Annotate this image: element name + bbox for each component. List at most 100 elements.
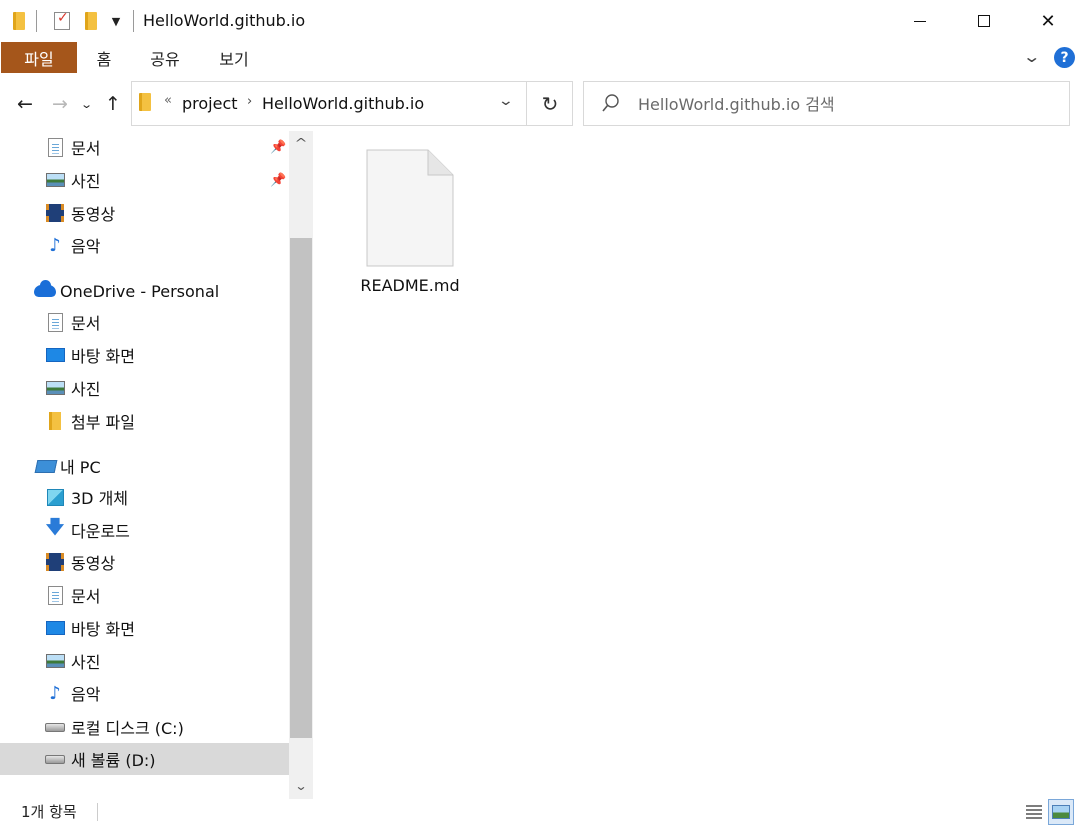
onedrive-cloud-icon <box>33 280 57 301</box>
divider <box>36 10 37 32</box>
tab-file[interactable]: 파일 <box>1 42 77 73</box>
nav-item-pc-pictures[interactable]: 사진 <box>0 645 289 677</box>
nav-item-label: OneDrive - Personal <box>60 281 220 301</box>
download-arrow-icon: 🡇 <box>45 517 65 538</box>
customize-toolbar-icon[interactable]: ▼ <box>108 10 124 32</box>
nav-item-label: 첨부 파일 <box>71 413 135 432</box>
computer-icon <box>34 456 58 476</box>
pictures-icon <box>45 170 65 190</box>
pin-icon[interactable]: 📌 <box>270 140 286 155</box>
nav-item-onedrive-attachments[interactable]: 첨부 파일 <box>0 405 289 437</box>
large-icons-view-button[interactable] <box>1048 799 1074 825</box>
nav-item-onedrive-pictures[interactable]: 사진 <box>0 372 289 404</box>
properties-icon[interactable] <box>51 10 73 32</box>
nav-item-pc-videos[interactable]: 동영상 <box>0 546 289 578</box>
drive-icon <box>45 749 65 769</box>
nav-item-pc-music[interactable]: ♪ 음악 <box>0 677 289 709</box>
address-history-dropdown-icon[interactable]: ⌄ <box>498 93 514 109</box>
nav-item-label: 문서 <box>71 139 101 158</box>
documents-icon <box>45 137 65 157</box>
refresh-button[interactable]: ↻ <box>526 82 573 125</box>
nav-item-label: 문서 <box>71 314 101 333</box>
new-folder-icon[interactable] <box>82 10 100 32</box>
search-input[interactable] <box>638 93 1058 115</box>
pictures-icon <box>45 378 65 398</box>
system-drive-icon <box>45 717 65 737</box>
nav-item-onedrive-desktop[interactable]: 바탕 화면 <box>0 339 289 371</box>
navigation-pane: 문서 📌 사진 📌 동영상 ♪ 음악 OneDrive - Personal 문… <box>0 131 289 775</box>
up-arrow-icon: ↑ <box>105 93 121 115</box>
breadcrumb-current[interactable]: HelloWorld.github.io <box>262 94 424 113</box>
expand-ribbon-chevron-icon[interactable]: ⌄ <box>1022 47 1041 66</box>
nav-item-volume-d[interactable]: 새 볼륨 (D:) <box>0 743 289 775</box>
close-button[interactable]: ✕ <box>1016 0 1080 42</box>
nav-item-local-disk-c[interactable]: 로컬 디스크 (C:) <box>0 711 289 743</box>
nav-item-music[interactable]: ♪ 음악 <box>0 229 289 261</box>
search-box[interactable] <box>583 81 1070 126</box>
file-item[interactable]: README.md <box>351 141 469 309</box>
nav-item-downloads[interactable]: 🡇 다운로드 <box>0 514 289 546</box>
refresh-icon: ↻ <box>541 91 559 116</box>
nav-item-label: 음악 <box>71 685 101 704</box>
nav-item-label: 음악 <box>71 237 101 256</box>
scroll-down-chevron-icon[interactable]: ⌄ <box>285 774 316 798</box>
nav-item-label: 동영상 <box>71 554 116 573</box>
nav-item-label: 3D 개체 <box>71 489 129 508</box>
ribbon: 파일 홈 공유 보기 ⌄ ? <box>0 42 1080 73</box>
nav-item-pc-documents[interactable]: 문서 <box>0 579 289 611</box>
3d-objects-icon <box>45 487 65 507</box>
music-icon: ♪ <box>49 234 61 256</box>
nav-item-3d-objects[interactable]: 3D 개체 <box>0 481 289 513</box>
recent-locations-button[interactable]: ⌄ <box>78 88 96 120</box>
scroll-thumb[interactable] <box>290 238 312 738</box>
nav-item-label: 사진 <box>71 653 101 672</box>
back-button[interactable]: ← <box>12 88 38 120</box>
back-arrow-icon: ← <box>17 93 33 115</box>
nav-item-documents[interactable]: 문서 📌 <box>0 131 289 163</box>
videos-icon <box>45 203 65 223</box>
tab-home[interactable]: 홈 <box>84 42 124 73</box>
tab-share[interactable]: 공유 <box>140 42 190 73</box>
nav-item-label: 내 PC <box>60 458 101 477</box>
nav-item-this-pc[interactable]: 내 PC <box>0 450 289 482</box>
nav-item-pictures[interactable]: 사진 📌 <box>0 164 289 196</box>
forward-button[interactable]: → <box>47 88 73 120</box>
documents-icon <box>45 585 65 605</box>
nav-item-label: 다운로드 <box>71 522 130 541</box>
forward-arrow-icon: → <box>52 93 68 115</box>
nav-item-onedrive-documents[interactable]: 문서 <box>0 306 289 338</box>
breadcrumb-project[interactable]: project <box>182 94 238 113</box>
address-bar[interactable]: « project › HelloWorld.github.io ⌄ ↻ <box>131 81 573 126</box>
videos-icon <box>45 552 65 572</box>
pin-icon[interactable]: 📌 <box>270 173 286 188</box>
up-button[interactable]: ↑ <box>100 88 126 120</box>
nav-item-onedrive[interactable]: OneDrive - Personal <box>0 275 289 307</box>
nav-item-label: 문서 <box>71 587 101 606</box>
divider <box>97 803 98 821</box>
status-bar: 1개 항목 <box>0 799 1080 827</box>
nav-item-videos[interactable]: 동영상 <box>0 197 289 229</box>
nav-item-label: 새 볼륨 (D:) <box>71 751 156 770</box>
details-view-button[interactable] <box>1021 799 1047 825</box>
nav-item-label: 사진 <box>71 172 101 191</box>
pictures-icon <box>45 651 65 671</box>
file-name: README.md <box>360 276 460 295</box>
scroll-up-chevron-icon[interactable]: ^ <box>285 131 316 155</box>
overflow-crumbs-icon[interactable]: « <box>164 93 172 108</box>
tab-view[interactable]: 보기 <box>209 42 259 73</box>
maximize-button[interactable] <box>952 0 1016 42</box>
title-bar: ▼ HelloWorld.github.io ✕ <box>0 0 1080 42</box>
nav-scrollbar[interactable]: ^ ⌄ <box>289 131 313 799</box>
desktop-icon <box>45 345 65 365</box>
search-icon <box>602 94 619 112</box>
nav-item-label: 바탕 화면 <box>71 620 135 639</box>
breadcrumb-arrow-icon[interactable]: › <box>247 94 252 109</box>
nav-item-pc-desktop[interactable]: 바탕 화면 <box>0 612 289 644</box>
nav-item-label: 로컬 디스크 (C:) <box>71 719 184 738</box>
help-icon[interactable]: ? <box>1054 47 1075 68</box>
nav-item-label: 사진 <box>71 380 101 399</box>
blank-file-icon <box>366 149 454 267</box>
minimize-button[interactable] <box>888 0 952 42</box>
divider <box>133 10 134 32</box>
desktop-icon <box>45 618 65 638</box>
